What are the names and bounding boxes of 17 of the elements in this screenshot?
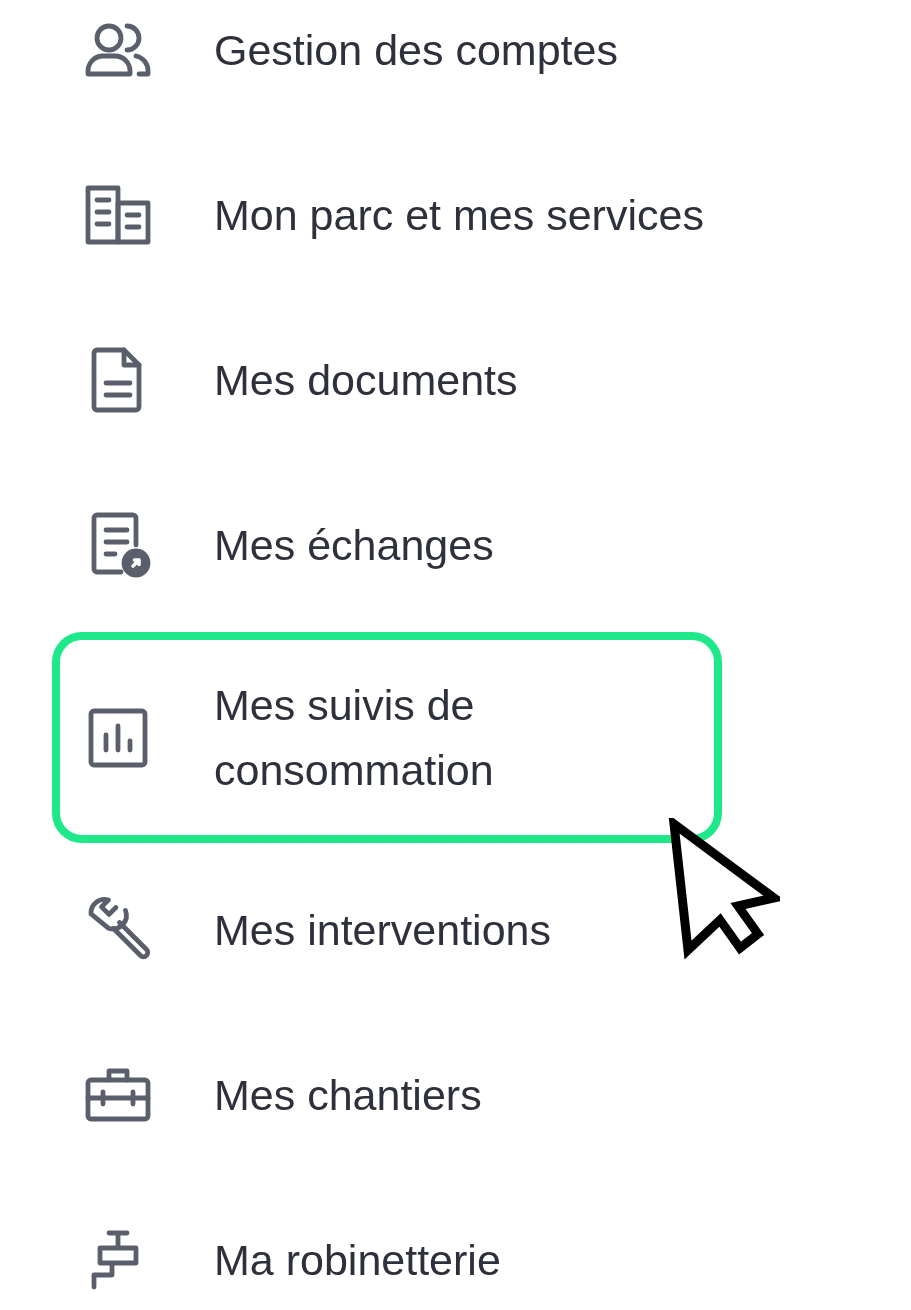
menu-label: Mes échanges: [214, 519, 494, 571]
menu-item[interactable]: Gestion des comptes: [52, 0, 626, 100]
menu-label: Mes documents: [214, 354, 518, 406]
menu-label: Gestion des comptes: [214, 24, 618, 76]
menu-item[interactable]: Mes échanges: [52, 495, 502, 595]
menu-label: Mes interventions: [214, 904, 551, 956]
menu-item[interactable]: Mes interventions: [52, 880, 559, 980]
cursor-icon: [668, 818, 780, 960]
menu-item[interactable]: Mes chantiers: [52, 1045, 490, 1145]
menu-label: Mes chantiers: [214, 1069, 482, 1121]
menu-item[interactable]: Mon parc et mes services: [52, 165, 712, 265]
menu-item[interactable]: Mes documents: [52, 330, 526, 430]
menu-label: Mon parc et mes services: [214, 189, 704, 241]
menu-item[interactable]: Ma robinetterie: [52, 1210, 509, 1310]
menu-item[interactable]: Mes suivis de consommation: [52, 632, 722, 843]
menu-label: Mes suivis de consommation: [214, 680, 495, 796]
menu-label: Ma robinetterie: [214, 1234, 501, 1286]
